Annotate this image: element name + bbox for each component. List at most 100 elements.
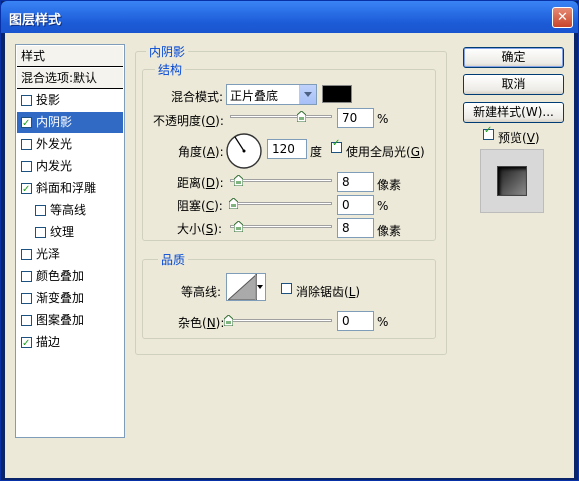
- style-item-pattern-overlay[interactable]: 图案叠加: [17, 310, 123, 331]
- choke-label: 阻塞(C):: [177, 199, 223, 213]
- checkbox[interactable]: [21, 293, 32, 304]
- style-item-inner-shadow[interactable]: 内阴影: [17, 112, 123, 134]
- contour-label: 等高线:: [181, 285, 222, 299]
- opacity-unit: %: [377, 112, 389, 126]
- preview-checkbox[interactable]: [483, 125, 494, 140]
- blend-mode-value: 正片叠底: [230, 89, 279, 103]
- style-item-contour[interactable]: 等高线: [17, 200, 123, 221]
- chevron-down-icon[interactable]: [255, 274, 265, 300]
- checkbox[interactable]: [35, 227, 46, 238]
- cancel-button[interactable]: 取消: [463, 74, 564, 95]
- style-item-texture[interactable]: 纹理: [17, 222, 123, 243]
- style-item-label: 描边: [36, 335, 61, 349]
- style-item-label: 渐变叠加: [36, 291, 85, 305]
- style-item-label: 斜面和浮雕: [36, 181, 97, 195]
- inner-shadow-title: 内阴影: [146, 43, 189, 60]
- angle-label: 角度(A):: [178, 145, 224, 159]
- preview-swatch: [497, 166, 527, 196]
- style-item-label: 投影: [36, 93, 61, 107]
- style-preview-thumbnail: [480, 149, 544, 213]
- style-item-satin[interactable]: 光泽: [17, 244, 123, 265]
- checkbox[interactable]: [35, 205, 46, 216]
- checkbox[interactable]: [21, 179, 32, 200]
- style-item-outer-glow[interactable]: 外发光: [17, 134, 123, 155]
- choke-unit: %: [377, 199, 389, 213]
- choke-input[interactable]: 0: [337, 195, 374, 215]
- shadow-color-swatch[interactable]: [322, 85, 352, 103]
- angle-input[interactable]: 120: [267, 139, 307, 159]
- contour-curve-icon: [228, 274, 257, 300]
- size-input[interactable]: 8: [337, 218, 374, 238]
- distance-unit: 像素: [377, 178, 402, 192]
- chevron-down-icon[interactable]: [299, 85, 316, 104]
- slider-thumb-icon[interactable]: [229, 198, 238, 209]
- checkbox[interactable]: [21, 113, 32, 134]
- style-item-stroke[interactable]: 描边: [17, 332, 123, 354]
- slider-track: [230, 115, 332, 118]
- slider-thumb-icon[interactable]: [234, 175, 243, 186]
- quality-title: 品质: [158, 251, 189, 268]
- style-item-label: 等高线: [50, 203, 87, 217]
- angle-dial[interactable]: [225, 132, 263, 170]
- noise-unit: %: [377, 315, 389, 329]
- noise-input[interactable]: 0: [337, 311, 374, 331]
- title-bar[interactable]: 图层样式 ✕: [1, 1, 578, 33]
- blend-options-item[interactable]: 混合选项:默认: [17, 68, 123, 89]
- blend-mode-label: 混合模式:: [171, 90, 224, 104]
- style-item-drop-shadow[interactable]: 投影: [17, 90, 123, 111]
- slider-track: [230, 225, 332, 228]
- antialias-label: 消除锯齿(L): [296, 285, 361, 299]
- distance-input[interactable]: 8: [337, 172, 374, 192]
- layer-style-dialog: 图层样式 ✕ 样式 混合选项:默认 投影 内阴影 外发光 内发光: [0, 0, 579, 481]
- style-item-label: 纹理: [50, 225, 75, 239]
- size-label: 大小(S):: [177, 222, 223, 236]
- blend-mode-select[interactable]: 正片叠底: [226, 84, 317, 105]
- size-unit: 像素: [377, 224, 402, 238]
- opacity-slider[interactable]: [230, 111, 332, 123]
- angle-unit: 度: [310, 145, 323, 159]
- close-button[interactable]: ✕: [552, 7, 573, 28]
- style-item-inner-glow[interactable]: 内发光: [17, 156, 123, 177]
- checkbox[interactable]: [21, 333, 32, 354]
- global-light-label: 使用全局光(G): [346, 145, 425, 159]
- style-item-label: 图案叠加: [36, 313, 85, 327]
- slider-thumb-icon[interactable]: [297, 111, 306, 122]
- opacity-label: 不透明度(O):: [153, 114, 224, 128]
- antialias-checkbox[interactable]: [281, 283, 292, 294]
- window-title: 图层样式: [9, 13, 62, 28]
- checkbox[interactable]: [21, 249, 32, 260]
- slider-track: [225, 319, 332, 322]
- style-item-label: 内发光: [36, 159, 73, 173]
- style-list: 样式 混合选项:默认 投影 内阴影 外发光 内发光 斜面和浮雕: [15, 44, 125, 438]
- noise-label: 杂色(N):: [178, 316, 225, 330]
- distance-label: 距离(D):: [177, 176, 224, 190]
- slider-track: [230, 179, 332, 182]
- new-style-button[interactable]: 新建样式(W)...: [463, 102, 564, 123]
- style-item-label: 外发光: [36, 137, 73, 151]
- style-list-header[interactable]: 样式: [17, 46, 123, 67]
- style-item-bevel-emboss[interactable]: 斜面和浮雕: [17, 178, 123, 200]
- checkbox[interactable]: [21, 271, 32, 282]
- size-slider[interactable]: [230, 221, 332, 233]
- checkbox[interactable]: [21, 161, 32, 172]
- structure-title: 结构: [155, 61, 186, 78]
- distance-slider[interactable]: [230, 175, 332, 187]
- global-light-checkbox[interactable]: [331, 138, 342, 153]
- style-item-label: 颜色叠加: [36, 269, 85, 283]
- choke-slider[interactable]: [229, 198, 332, 210]
- style-item-label: 光泽: [36, 247, 61, 261]
- checkbox[interactable]: [21, 139, 32, 150]
- style-item-color-overlay[interactable]: 颜色叠加: [17, 266, 123, 287]
- style-item-gradient-overlay[interactable]: 渐变叠加: [17, 288, 123, 309]
- noise-slider[interactable]: [224, 315, 332, 327]
- slider-thumb-icon[interactable]: [224, 315, 233, 326]
- slider-thumb-icon[interactable]: [234, 221, 243, 232]
- checkbox[interactable]: [21, 95, 32, 106]
- slider-track: [230, 202, 332, 205]
- dialog-body: 样式 混合选项:默认 投影 内阴影 外发光 内发光 斜面和浮雕: [5, 33, 574, 478]
- checkbox[interactable]: [21, 315, 32, 326]
- style-item-label: 内阴影: [36, 115, 73, 129]
- ok-button[interactable]: 确定: [463, 47, 564, 68]
- opacity-input[interactable]: 70: [337, 108, 374, 128]
- contour-picker[interactable]: [226, 273, 266, 301]
